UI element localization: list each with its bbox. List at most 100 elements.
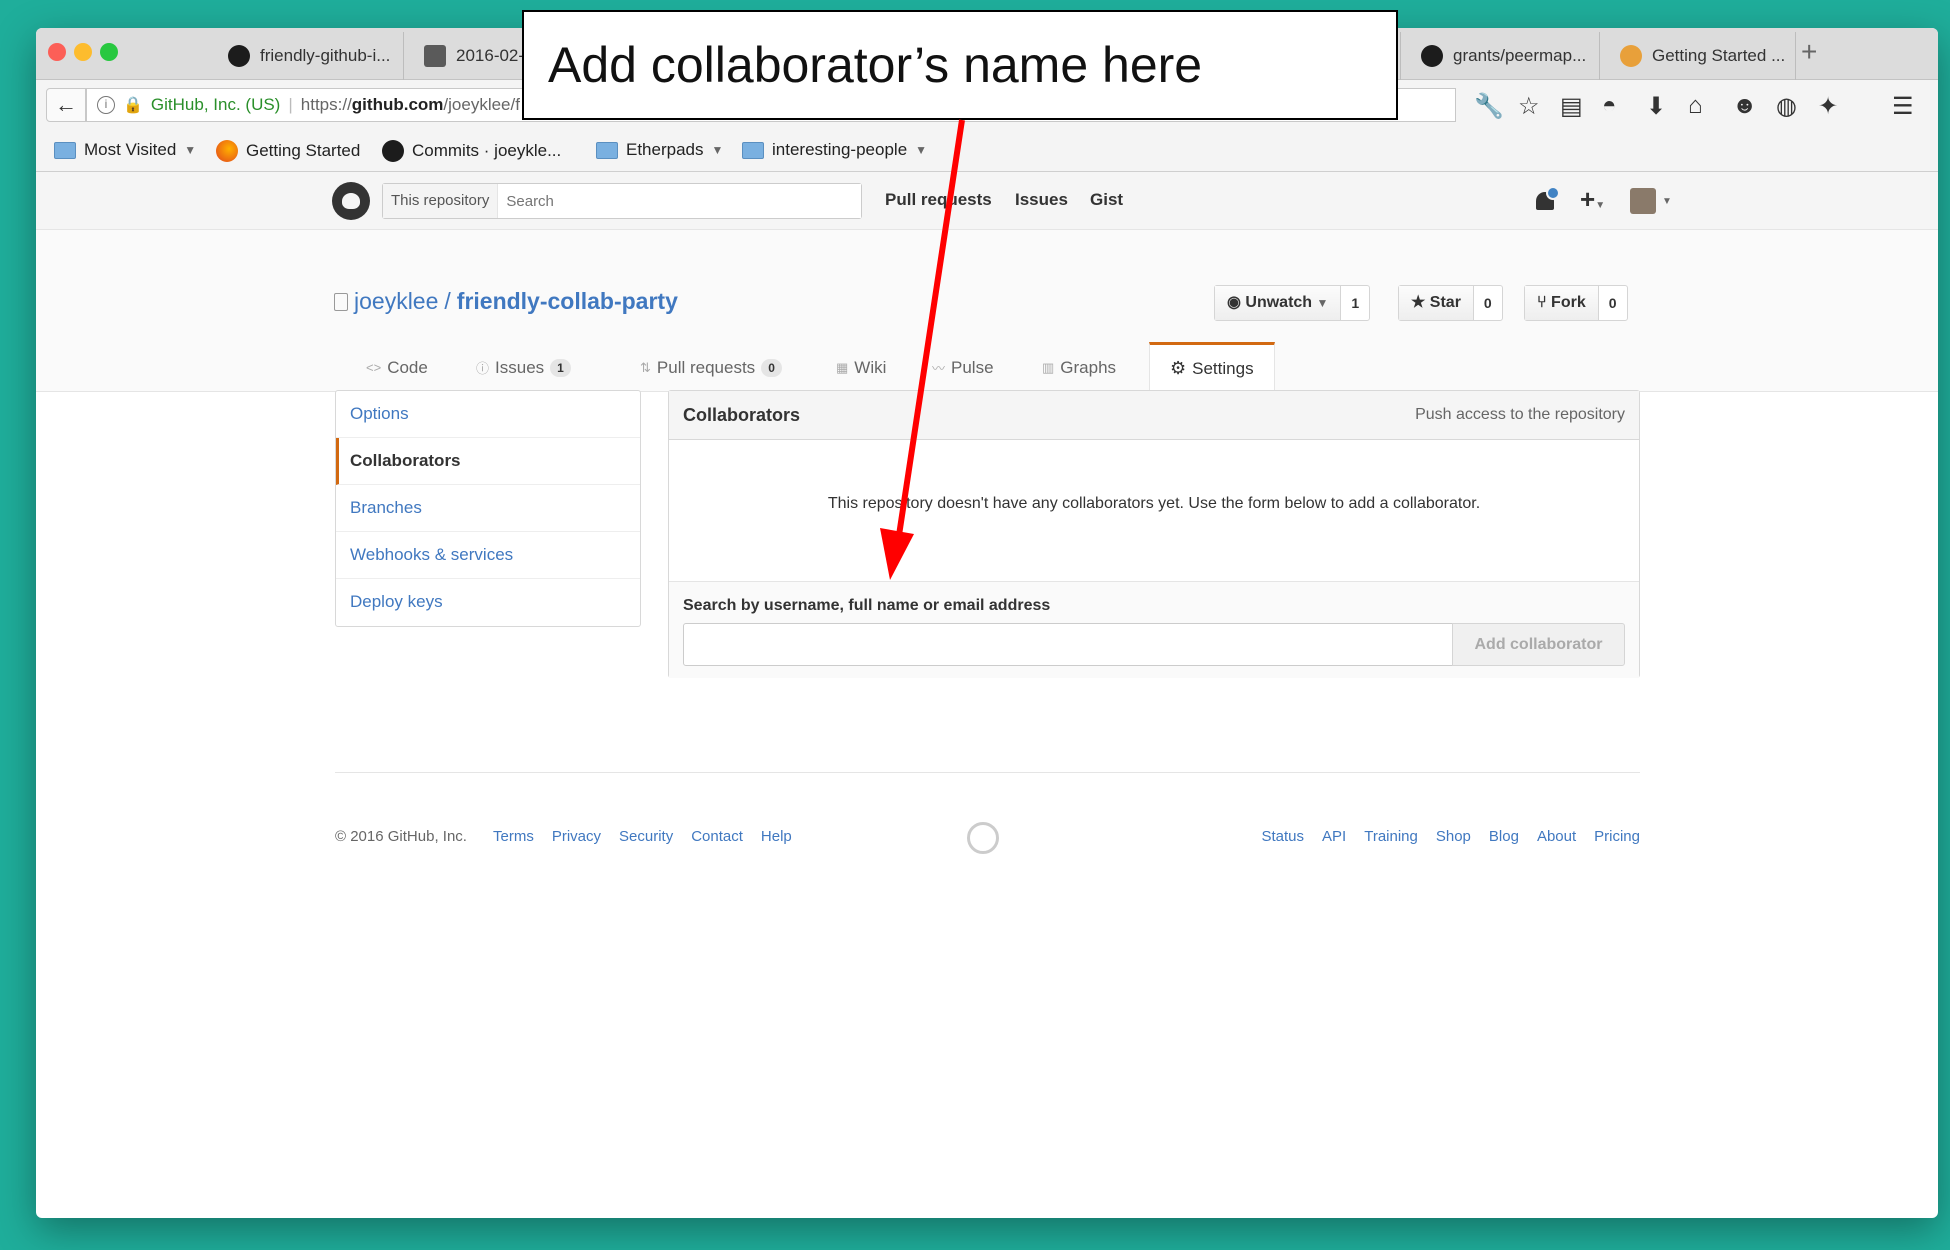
close-window-button[interactable] — [48, 43, 66, 61]
annotation-callout: Add collaborator’s name here — [522, 10, 1398, 120]
home-icon[interactable]: ⌂ — [1688, 92, 1703, 120]
notifications-bell-icon[interactable] — [1536, 186, 1560, 210]
bookmark-label: Etherpads — [626, 140, 704, 159]
site-identity: GitHub, Inc. (US) — [150, 95, 281, 114]
menu-options[interactable]: Options — [336, 391, 640, 438]
chevron-down-icon: ▼ — [184, 143, 197, 157]
bookmark-label: Most Visited — [84, 140, 177, 159]
nav-issues[interactable]: Issues — [1015, 190, 1068, 210]
folder-icon — [742, 141, 764, 159]
footer-link-contact[interactable]: Contact — [691, 828, 743, 845]
chevron-down-icon[interactable]: ▼ — [1662, 196, 1672, 207]
add-collaborator-button[interactable]: Add collaborator — [1452, 623, 1625, 666]
search-scope-label: This repository — [383, 184, 499, 218]
collaborators-note: Push access to the repository — [1415, 406, 1625, 423]
flower-icon — [1620, 45, 1642, 67]
bookmark-most-visited[interactable]: Most Visited ▼ — [54, 140, 196, 160]
browser-tab[interactable]: Getting Started ... — [1600, 32, 1796, 80]
globe-icon[interactable]: ◍ — [1776, 92, 1797, 121]
repo-owner-link[interactable]: joeyklee — [354, 288, 438, 315]
wrench-icon[interactable]: 🔧 — [1474, 92, 1504, 121]
fork-count[interactable]: 0 — [1599, 286, 1627, 320]
extension-icon[interactable]: ✦ — [1818, 92, 1838, 121]
browser-tab[interactable]: 2016-02- — [404, 32, 524, 80]
reading-list-icon[interactable]: ▤ — [1560, 92, 1583, 121]
footer-link-terms[interactable]: Terms — [493, 828, 534, 845]
footer-links-left: Terms Privacy Security Contact Help — [493, 828, 792, 845]
back-button[interactable]: ← — [46, 88, 86, 122]
footer-divider — [335, 772, 1640, 773]
create-new-button[interactable]: +▼ — [1580, 184, 1605, 215]
menu-icon[interactable]: ☰ — [1892, 92, 1914, 121]
pocket-icon[interactable]: ◓ — [1602, 92, 1617, 120]
menu-deploy-keys[interactable]: Deploy keys — [336, 579, 640, 626]
tab-title: grants/peermap... — [1453, 46, 1587, 65]
folder-icon — [596, 141, 618, 159]
chevron-down-icon: ▼ — [1595, 200, 1606, 211]
github-header: This repository Pull requests Issues Gis… — [36, 172, 1938, 230]
github-logo-icon[interactable] — [332, 182, 370, 220]
watch-count[interactable]: 1 — [1341, 286, 1369, 320]
tab-settings[interactable]: ⚙ Settings — [1149, 342, 1275, 393]
collaborator-search-input[interactable] — [683, 623, 1453, 666]
search-input[interactable] — [498, 184, 861, 218]
site-search: This repository — [382, 183, 862, 219]
tab-code[interactable]: <> Code — [346, 342, 448, 393]
menu-webhooks[interactable]: Webhooks & services — [336, 532, 640, 579]
collaborator-search-label: Search by username, full name or email a… — [683, 597, 1051, 614]
tab-graphs[interactable]: ▥ Graphs — [1022, 342, 1136, 393]
bookmark-label: Getting Started — [246, 141, 361, 160]
fork-text: Fork — [1551, 294, 1586, 311]
chat-icon[interactable]: ☻ — [1732, 92, 1757, 120]
url-path: /joeyklee/f — [443, 95, 520, 114]
bookmark-interesting-people[interactable]: interesting-people ▼ — [742, 140, 927, 160]
browser-tab[interactable]: grants/peermap... — [1400, 32, 1600, 80]
footer-link-security[interactable]: Security — [619, 828, 673, 845]
avatar[interactable] — [1630, 188, 1656, 214]
footer-link-shop[interactable]: Shop — [1436, 828, 1471, 845]
tab-issues[interactable]: ⓘ Issues 1 — [456, 342, 591, 393]
browser-tab[interactable]: friendly-github-i... — [208, 32, 404, 80]
menu-collaborators[interactable]: Collaborators — [336, 438, 640, 485]
unread-indicator — [1546, 186, 1560, 200]
footer-link-help[interactable]: Help — [761, 828, 792, 845]
url-separator: | — [288, 95, 293, 114]
tab-pull-requests[interactable]: ⇅ Pull requests 0 — [620, 342, 802, 393]
download-icon[interactable]: ⬇ — [1646, 92, 1666, 121]
star-button[interactable]: ★ Star 0 — [1398, 285, 1503, 321]
chevron-down-icon: ▼ — [711, 143, 724, 157]
new-tab-button[interactable]: + — [1801, 36, 1817, 68]
tab-label: Pulse — [951, 357, 994, 377]
minimize-window-button[interactable] — [74, 43, 92, 61]
bookmark-getting-started[interactable]: Getting Started — [216, 140, 360, 162]
watch-label: ◉ Unwatch ▼ — [1215, 286, 1342, 320]
bookmark-etherpads[interactable]: Etherpads ▼ — [596, 140, 723, 160]
nav-pull-requests[interactable]: Pull requests — [885, 190, 992, 210]
footer-link-training[interactable]: Training — [1364, 828, 1418, 845]
chevron-down-icon: ▼ — [915, 143, 928, 157]
footer-link-about[interactable]: About — [1537, 828, 1576, 845]
menu-branches[interactable]: Branches — [336, 485, 640, 532]
pull-request-icon: ⇅ — [640, 359, 651, 375]
tab-title: friendly-github-i... — [260, 46, 391, 65]
zoom-window-button[interactable] — [100, 43, 118, 61]
footer-link-pricing[interactable]: Pricing — [1594, 828, 1640, 845]
repo-name-link[interactable]: friendly-collab-party — [457, 288, 678, 315]
star-count[interactable]: 0 — [1474, 286, 1502, 320]
watch-button[interactable]: ◉ Unwatch ▼ 1 — [1214, 285, 1371, 321]
tab-wiki[interactable]: ▦ Wiki — [816, 342, 906, 393]
bookmark-star-icon[interactable]: ☆ — [1518, 92, 1540, 121]
tab-title: 2016-02- — [456, 46, 524, 65]
footer-link-status[interactable]: Status — [1262, 828, 1305, 845]
bookmark-commits[interactable]: Commits · joeykle... — [382, 140, 561, 162]
footer-link-blog[interactable]: Blog — [1489, 828, 1519, 845]
fork-button[interactable]: ⑂ Fork 0 — [1524, 285, 1628, 321]
github-footer-logo-icon[interactable] — [967, 822, 999, 854]
tab-pulse[interactable]: 〰 Pulse — [912, 342, 1014, 393]
tab-label: Wiki — [854, 357, 887, 377]
nav-gist[interactable]: Gist — [1090, 190, 1123, 210]
footer-link-privacy[interactable]: Privacy — [552, 828, 601, 845]
footer-link-api[interactable]: API — [1322, 828, 1346, 845]
lock-icon: 🔒 — [123, 97, 143, 114]
info-icon[interactable]: i — [97, 96, 115, 114]
